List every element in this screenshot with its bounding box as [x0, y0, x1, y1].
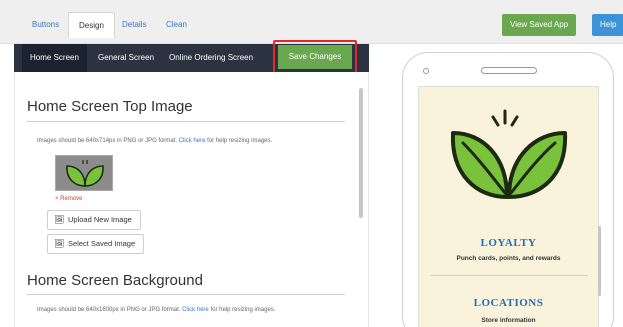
subnav-home-screen[interactable]: Home Screen — [22, 44, 87, 72]
subnav-online-ordering-screen[interactable]: Online Ordering Screen — [169, 44, 253, 72]
help-text: Images should be 640x714px in PNG or JPG… — [37, 138, 178, 144]
help-resize-link[interactable]: Click here — [182, 307, 209, 313]
remove-image-link[interactable]: × Remove — [55, 196, 83, 202]
phone-preview: LOYALTY Punch cards, points, and rewards… — [402, 52, 614, 327]
loyalty-title: LOYALTY — [480, 237, 537, 249]
editor-panel: Home Screen Top Image Images should be 6… — [14, 72, 369, 327]
save-changes-highlight: Save Changes — [273, 40, 357, 74]
upload-new-image-button[interactable]: 🖼 Upload New Image — [47, 210, 141, 230]
remove-label: Remove — [60, 196, 83, 202]
select-saved-image-button[interactable]: 🖼 Select Saved Image — [47, 234, 145, 254]
tab-buttons[interactable]: Buttons — [22, 14, 69, 36]
camera-icon — [423, 68, 429, 74]
view-saved-app-button[interactable]: View Saved App — [502, 14, 577, 36]
tab-details[interactable]: Details — [112, 14, 156, 36]
top-image-heading: Home Screen Top Image — [27, 98, 193, 115]
editor-scrollbar[interactable] — [359, 88, 363, 218]
top-image-help-text: Images should be 640x714px in PNG or JPG… — [37, 138, 337, 144]
upload-icon: 🖼 — [54, 215, 65, 224]
help-text: for help resizing images. — [210, 307, 276, 313]
section-divider — [431, 275, 588, 276]
preview-scrollbar[interactable] — [598, 226, 601, 296]
loyalty-subtitle: Punch cards, points, and rewards — [456, 255, 561, 262]
top-image-thumbnail — [55, 155, 113, 191]
select-label: Select Saved Image — [68, 239, 136, 248]
tab-clean[interactable]: Clean — [156, 14, 197, 36]
background-heading: Home Screen Background — [27, 272, 203, 289]
top-tab-bar: Buttons Design Details Clean View Saved … — [0, 0, 623, 44]
subnav-general-screen[interactable]: General Screen — [98, 44, 154, 72]
divider — [27, 121, 345, 122]
save-changes-button[interactable]: Save Changes — [278, 45, 352, 69]
background-help-text: Images should be 640x1600px in PNG or JP… — [37, 307, 337, 313]
speaker-icon — [481, 67, 537, 74]
image-icon: 🖼 — [54, 239, 65, 248]
leaf-logo-icon — [450, 109, 568, 199]
upload-label: Upload New Image — [68, 215, 132, 224]
help-text: Images should be 640x1600px in PNG or JP… — [37, 307, 181, 313]
help-resize-link[interactable]: Click here — [179, 138, 206, 144]
tab-design[interactable]: Design — [68, 12, 115, 38]
locations-title: LOCATIONS — [473, 297, 544, 309]
preview-screen: LOYALTY Punch cards, points, and rewards… — [418, 86, 599, 327]
locations-subtitle: Store information — [481, 317, 536, 324]
leaf-logo-icon — [66, 160, 104, 187]
help-button[interactable]: Help — [592, 14, 623, 36]
divider — [27, 294, 345, 295]
help-text: for help resizing images. — [207, 138, 273, 144]
